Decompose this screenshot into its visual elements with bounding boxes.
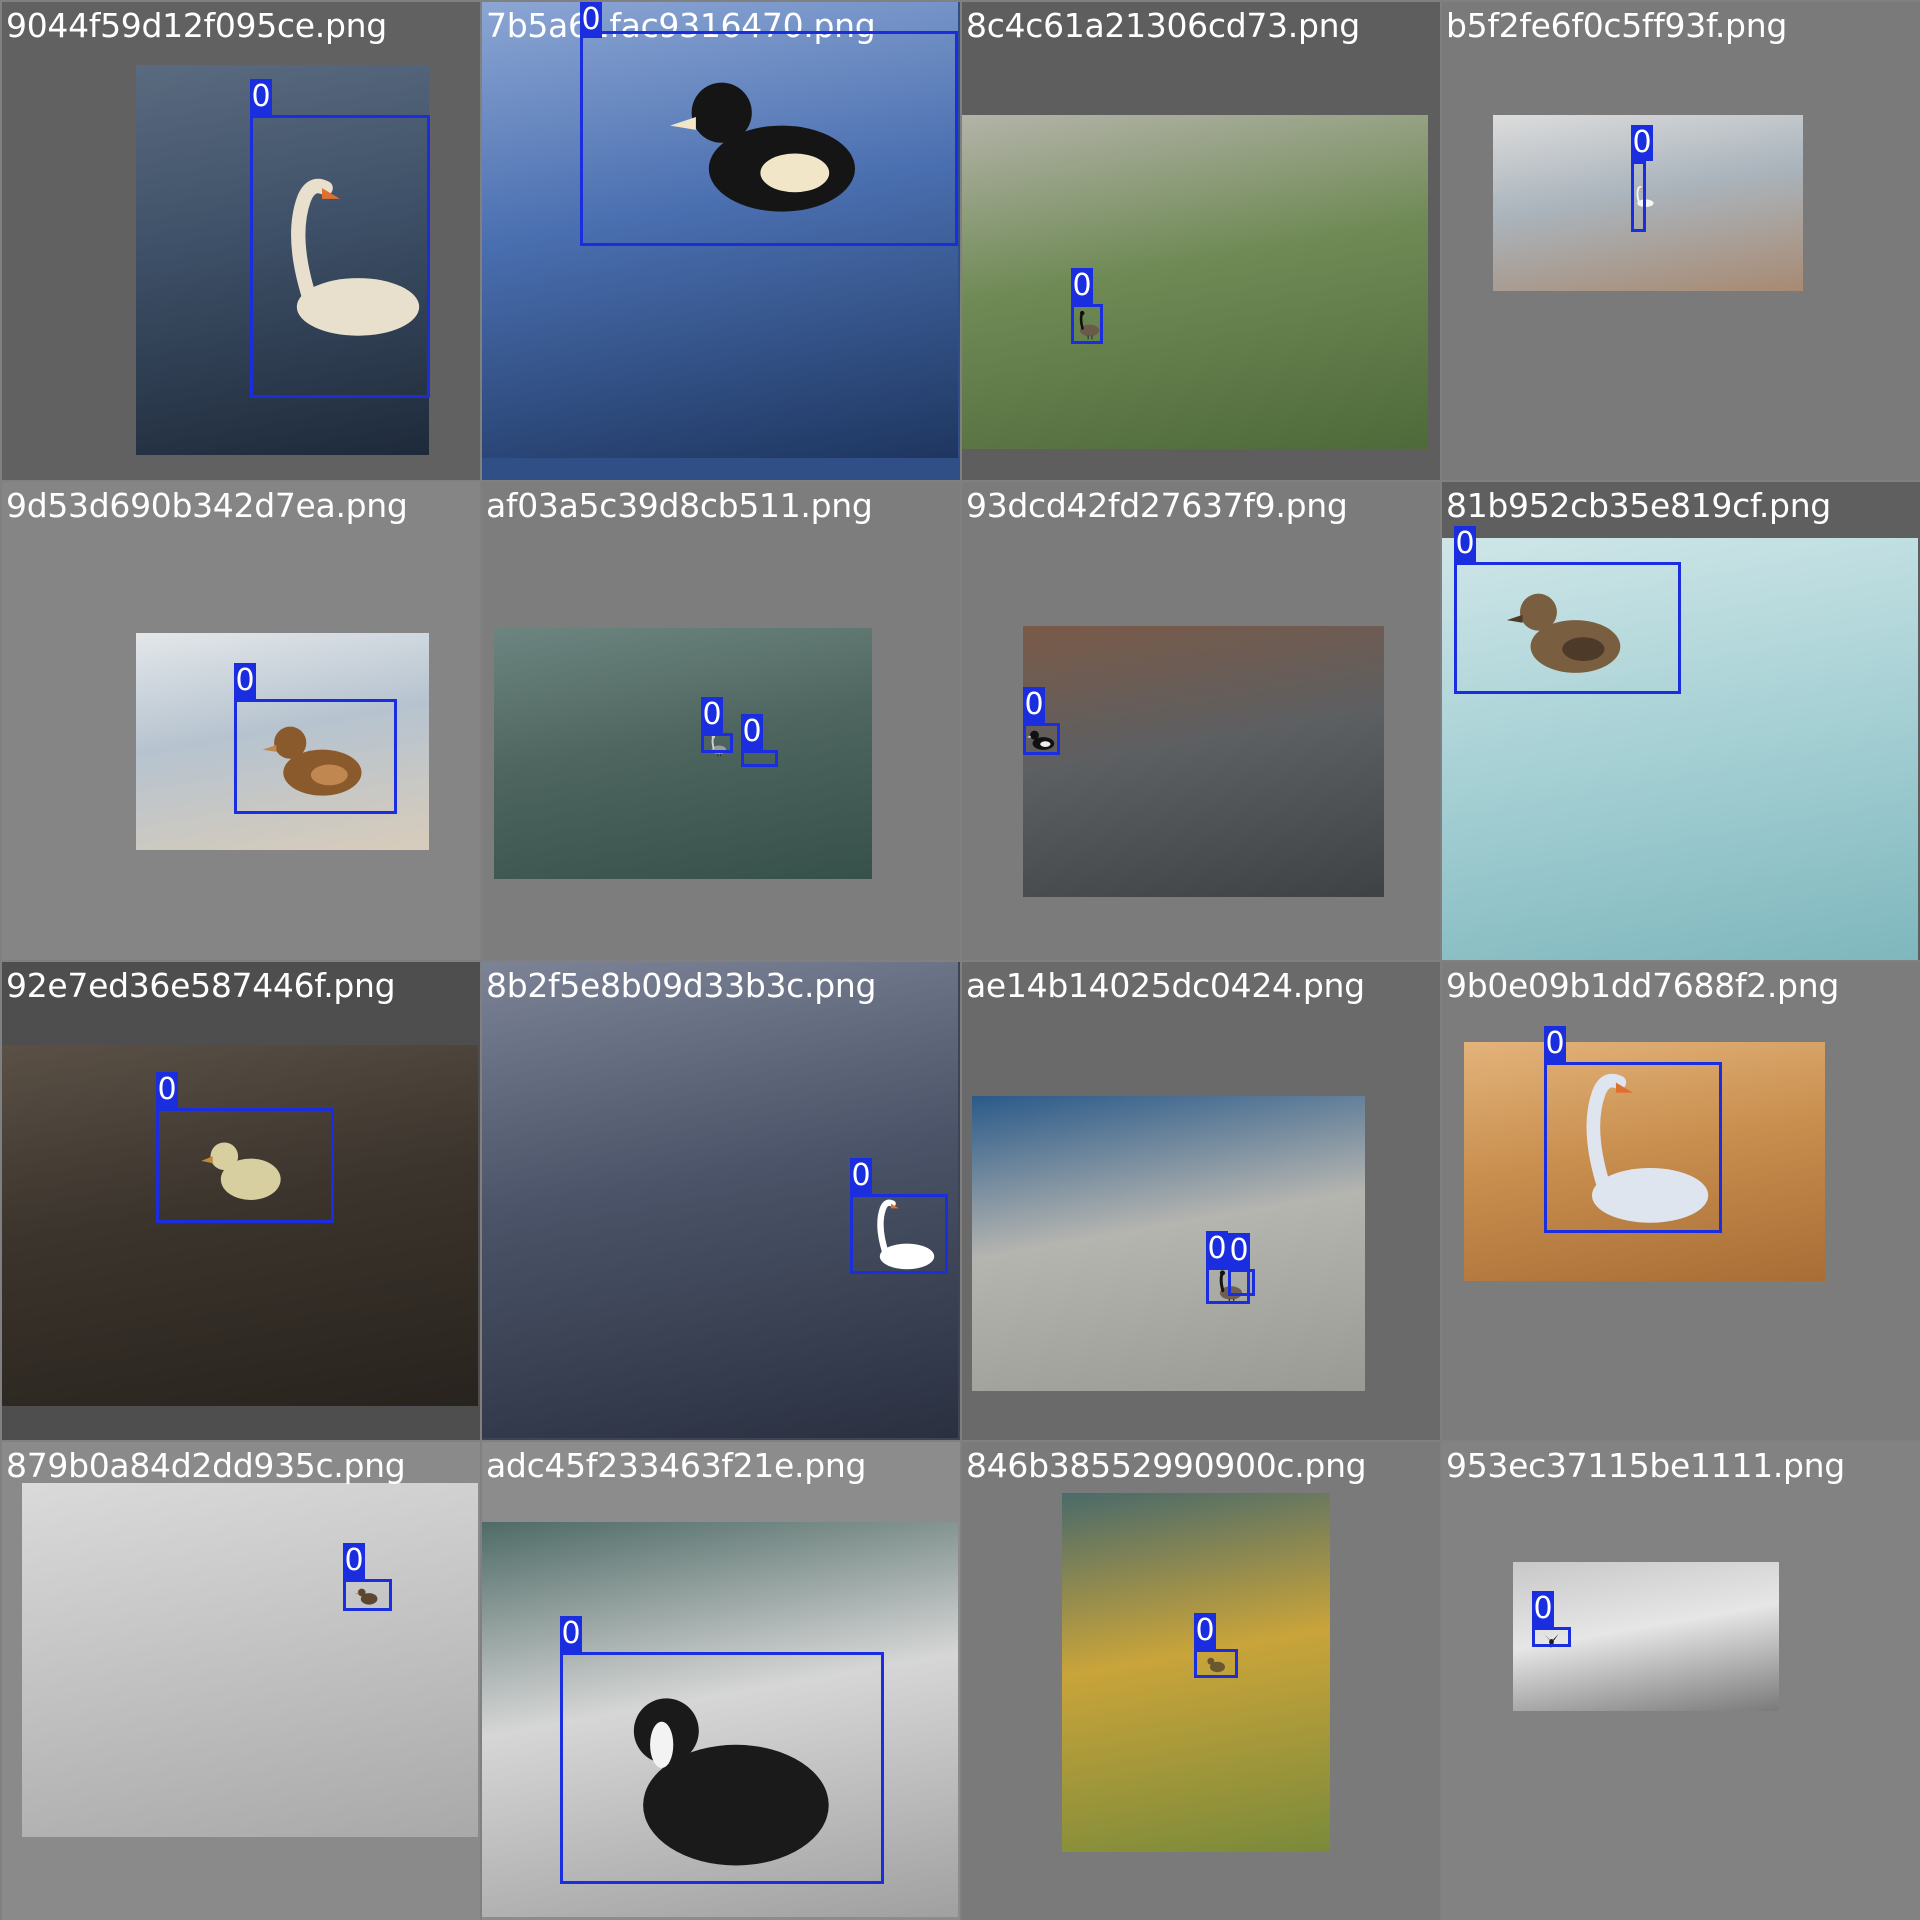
detection-class-label: 0 <box>701 697 723 733</box>
image-tile[interactable]: b5f2fe6f0c5ff93f.png 0 <box>1442 2 1920 480</box>
detection-box <box>1228 1269 1255 1296</box>
filename-label: 8b2f5e8b09d33b3c.png <box>486 966 877 1005</box>
filename-label: 8c4c61a21306cd73.png <box>966 6 1360 45</box>
detection-box <box>343 1579 392 1611</box>
detection-class-label: 0 <box>560 1616 582 1652</box>
detection-class-label: 0 <box>850 1158 872 1194</box>
detection-class-label: 0 <box>1532 1591 1554 1627</box>
filename-label: 879b0a84d2dd935c.png <box>6 1446 406 1485</box>
image-tile[interactable]: 9044f59d12f095ce.png 0 <box>2 2 480 480</box>
filename-label: 81b952cb35e819cf.png <box>1446 486 1831 525</box>
detection-class-label: 0 <box>741 714 763 750</box>
detection-box <box>1454 562 1681 694</box>
detection-box <box>156 1108 334 1223</box>
filename-label: 93dcd42fd27637f9.png <box>966 486 1348 525</box>
image-tile[interactable]: 846b38552990900c.png 0 <box>962 1442 1440 1920</box>
detection-class-label: 0 <box>1631 125 1653 161</box>
detection-class-label: 0 <box>1194 1613 1216 1649</box>
image-tile[interactable]: 953ec37115be1111.png 0 <box>1442 1442 1920 1920</box>
photo <box>2 1045 478 1406</box>
image-tile[interactable]: ae14b14025dc0424.png 00 <box>962 962 1440 1440</box>
detection-class-label: 0 <box>1228 1233 1250 1269</box>
detection-grid: 9044f59d12f095ce.png 0 7b5a61fac9316470.… <box>0 0 1920 1920</box>
image-tile[interactable]: 879b0a84d2dd935c.png 0 <box>2 1442 480 1920</box>
image-tile[interactable]: af03a5c39d8cb511.png 00 <box>482 482 960 960</box>
detection-class-label: 0 <box>234 663 256 699</box>
detection-class-label: 0 <box>343 1543 365 1579</box>
filename-label: 92e7ed36e587446f.png <box>6 966 396 1005</box>
image-tile[interactable]: 9d53d690b342d7ea.png 0 <box>2 482 480 960</box>
image-tile[interactable]: 8b2f5e8b09d33b3c.png 0 <box>482 962 960 1440</box>
detection-box <box>1023 723 1060 755</box>
detection-box <box>850 1194 948 1274</box>
detection-class-label: 0 <box>250 79 272 115</box>
detection-box <box>1544 1062 1722 1233</box>
photo <box>494 628 872 879</box>
filename-label: adc45f233463f21e.png <box>486 1446 867 1485</box>
detection-box <box>560 1652 884 1884</box>
filename-label: 9d53d690b342d7ea.png <box>6 486 408 525</box>
image-tile[interactable]: 8c4c61a21306cd73.png 0 <box>962 2 1440 480</box>
detection-class-label: 0 <box>1023 687 1045 723</box>
photo <box>962 115 1428 449</box>
filename-label: af03a5c39d8cb511.png <box>486 486 873 525</box>
filename-label: ae14b14025dc0424.png <box>966 966 1365 1005</box>
detection-class-label: 0 <box>1454 526 1476 562</box>
filename-label: 9b0e09b1dd7688f2.png <box>1446 966 1839 1005</box>
detection-box <box>234 699 397 814</box>
photo <box>972 1096 1365 1391</box>
image-tile[interactable]: 7b5a61fac9316470.png 0 <box>482 2 960 480</box>
image-tile[interactable]: 81b952cb35e819cf.png 0 <box>1442 482 1920 960</box>
detection-class-label: 0 <box>580 2 602 38</box>
detection-class-label: 0 <box>1206 1231 1228 1267</box>
filename-label: 846b38552990900c.png <box>966 1446 1367 1485</box>
photo <box>1023 626 1384 897</box>
photo <box>22 1483 478 1837</box>
detection-box <box>1532 1627 1571 1647</box>
detection-box <box>250 115 430 398</box>
detection-box <box>580 31 958 246</box>
detection-box <box>1194 1649 1238 1678</box>
detection-box <box>1631 161 1646 232</box>
detection-box <box>741 750 778 767</box>
image-tile[interactable]: 92e7ed36e587446f.png 0 <box>2 962 480 1440</box>
filename-label: 953ec37115be1111.png <box>1446 1446 1845 1485</box>
image-tile[interactable]: 93dcd42fd27637f9.png 0 <box>962 482 1440 960</box>
detection-class-label: 0 <box>1071 268 1093 304</box>
detection-box <box>701 733 733 753</box>
image-tile[interactable]: 9b0e09b1dd7688f2.png 0 <box>1442 962 1920 1440</box>
detection-class-label: 0 <box>1544 1026 1566 1062</box>
filename-label: b5f2fe6f0c5ff93f.png <box>1446 6 1787 45</box>
filename-label: 9044f59d12f095ce.png <box>6 6 387 45</box>
image-tile[interactable]: adc45f233463f21e.png 0 <box>482 1442 960 1920</box>
detection-box <box>1071 304 1103 344</box>
detection-class-label: 0 <box>156 1072 178 1108</box>
